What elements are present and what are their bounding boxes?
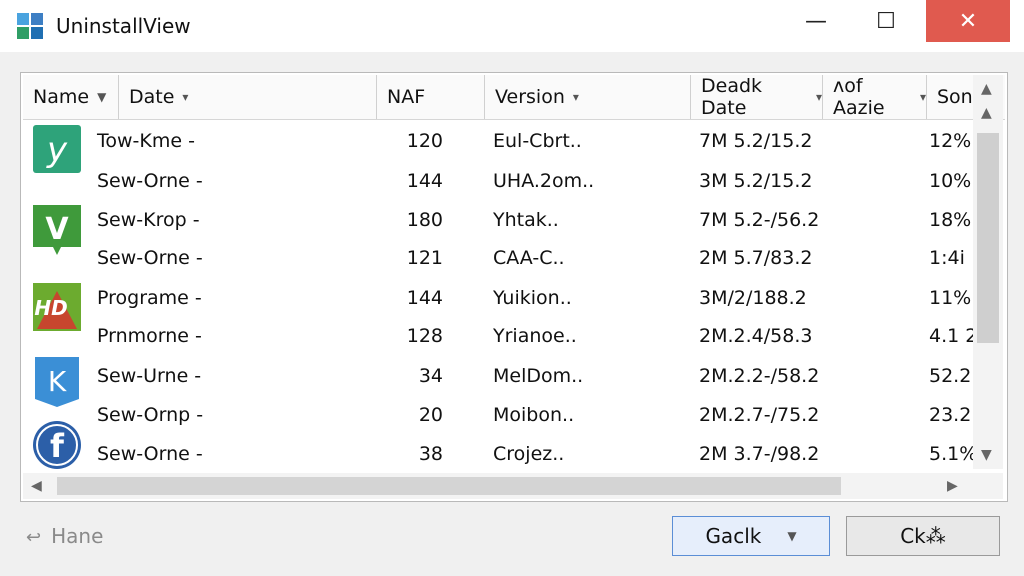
row-date: 7M 5.2/15.2 bbox=[699, 130, 813, 152]
sort-arrow-icon: ▾ bbox=[815, 90, 822, 104]
chevron-down-icon[interactable]: ▼ bbox=[787, 529, 796, 543]
column-deadk-date-label: Deadk Date bbox=[701, 75, 763, 119]
table-row[interactable]: Sew-Orne - 38 Crojez.. 2M 3.7-/98.2 5.1% bbox=[23, 434, 973, 473]
row-size: 18% bbox=[929, 209, 972, 231]
row-date: 3M 5.2/15.2 bbox=[699, 170, 813, 192]
row-naf: 128 bbox=[406, 325, 443, 347]
row-name: Sew-Orne - bbox=[97, 247, 203, 269]
column-deadk-date[interactable]: Deadk Date ▾ bbox=[691, 75, 823, 119]
horizontal-scroll-thumb[interactable] bbox=[57, 477, 841, 495]
column-date[interactable]: Date ▾ bbox=[119, 75, 377, 119]
vertical-scroll-thumb[interactable] bbox=[977, 133, 999, 343]
sort-arrow-icon: ▾ bbox=[182, 90, 189, 104]
scroll-right-icon[interactable]: ▶ bbox=[947, 478, 958, 494]
table-row[interactable]: Sew-Orne - 121 CAA-C.. 2M 5.7/83.2 1:4i bbox=[23, 238, 973, 278]
app-icon bbox=[17, 13, 43, 39]
row-version: Yhtak.. bbox=[493, 209, 559, 231]
row-name: Sew-Orne - bbox=[97, 170, 203, 192]
table-row[interactable]: Tow-Kme - 120 Eul-Cbrt.. 7M 5.2/15.2 12% bbox=[23, 121, 973, 161]
row-size: 11% bbox=[929, 287, 972, 309]
row-version: Yrianoe.. bbox=[493, 325, 577, 347]
column-size-name[interactable]: ᴧof Aazie ▾ bbox=[823, 75, 927, 119]
column-header: Name ▼ Date ▾ NAF Version ▾ Deadk Date ▾… bbox=[23, 75, 1005, 120]
row-version: Yuikion.. bbox=[493, 287, 572, 309]
row-name: Sew-Orne - bbox=[97, 443, 203, 465]
row-name: Programe - bbox=[97, 287, 202, 309]
sort-arrow-icon: ▾ bbox=[572, 90, 579, 104]
row-version: Eul-Cbrt.. bbox=[493, 130, 582, 152]
column-name-label: Name bbox=[33, 86, 90, 108]
row-name: Prnmorne - bbox=[97, 325, 202, 347]
minimize-button[interactable]: — bbox=[786, 0, 846, 42]
row-size: 12% bbox=[929, 130, 972, 152]
row-version: CAA-C.. bbox=[493, 247, 565, 269]
column-name[interactable]: Name ▼ bbox=[23, 75, 119, 119]
row-name: Sew-Krop - bbox=[97, 209, 200, 231]
row-naf: 180 bbox=[406, 209, 443, 231]
column-naf[interactable]: NAF bbox=[377, 75, 485, 119]
window-title: UninstallView bbox=[56, 14, 191, 38]
row-name: Sew-Ornp - bbox=[97, 404, 204, 426]
row-version: Crojez.. bbox=[493, 443, 565, 465]
table-row[interactable]: Sew-Ornp - 20 Moibon.. 2M.2.7-/75.2 23.2 bbox=[23, 395, 973, 435]
row-name: Sew-Urne - bbox=[97, 365, 202, 387]
row-date: 2M.2.2-/58.2 bbox=[699, 365, 820, 387]
help-link[interactable]: ↩ Hane bbox=[26, 524, 103, 548]
column-size-name-label: ᴧof Aazie bbox=[833, 75, 885, 119]
help-label: Hane bbox=[51, 524, 104, 548]
table-row[interactable]: Sew-Krop - 180 Yhtak.. 7M 5.2-/56.2 18% bbox=[23, 200, 973, 240]
row-size: 1:4i bbox=[929, 247, 965, 269]
row-naf: 34 bbox=[418, 365, 443, 387]
sort-arrow-icon: ▼ bbox=[97, 90, 107, 104]
table-row[interactable]: Sew-Orne - 144 UHA.2om.. 3M 5.2/15.2 10% bbox=[23, 161, 973, 201]
row-size: 23.2 bbox=[929, 404, 972, 426]
row-date: 3M/2/188.2 bbox=[699, 287, 807, 309]
row-size: 10% bbox=[929, 170, 972, 192]
row-naf: 38 bbox=[418, 443, 443, 465]
back-button-label: Gaclk bbox=[705, 524, 762, 548]
close-button[interactable]: ✕ bbox=[926, 0, 1010, 42]
row-date: 2M 3.7-/98.2 bbox=[699, 443, 820, 465]
row-name: Tow-Kme - bbox=[97, 130, 195, 152]
row-naf: 144 bbox=[406, 287, 443, 309]
program-rows: y V HD K f Tow-Kme - 120 Eul-Cbrt.. 7M 5… bbox=[23, 121, 973, 473]
column-date-label: Date bbox=[129, 86, 175, 108]
scroll-left-icon[interactable]: ◀ bbox=[31, 478, 42, 494]
row-version: Moibon.. bbox=[493, 404, 575, 426]
title-bar: UninstallView — ☐ ✕ bbox=[0, 0, 1024, 52]
row-naf: 120 bbox=[406, 130, 443, 152]
program-list-panel: Name ▼ Date ▾ NAF Version ▾ Deadk Date ▾… bbox=[20, 72, 1008, 502]
back-arrow-icon: ↩ bbox=[26, 527, 42, 548]
row-date: 2M.2.7-/75.2 bbox=[699, 404, 820, 426]
column-version-label: Version bbox=[495, 86, 565, 108]
ok-button[interactable]: Ck⁂ bbox=[846, 516, 1000, 556]
scroll-up-icon[interactable]: ▲ bbox=[981, 81, 992, 97]
table-row[interactable]: Programe - 144 Yuikion.. 3M/2/188.2 11% bbox=[23, 278, 973, 318]
row-naf: 144 bbox=[406, 170, 443, 192]
column-version[interactable]: Version ▾ bbox=[485, 75, 691, 119]
vertical-scrollbar[interactable]: ▲ ▲ ▼ bbox=[973, 75, 1003, 469]
row-date: 7M 5.2-/56.2 bbox=[699, 209, 820, 231]
column-son-label: Son bbox=[937, 86, 973, 108]
row-size: 5.1% bbox=[929, 443, 973, 465]
row-version: UHA.2om.. bbox=[493, 170, 595, 192]
column-son[interactable]: Son bbox=[927, 75, 975, 119]
row-naf: 121 bbox=[406, 247, 443, 269]
scroll-up-icon[interactable]: ▲ bbox=[981, 105, 992, 121]
row-date: 2M.2.4/58.3 bbox=[699, 325, 813, 347]
sort-arrow-icon: ▾ bbox=[919, 90, 926, 104]
table-row[interactable]: Sew-Urne - 34 MelDom.. 2M.2.2-/58.2 52.2 bbox=[23, 356, 973, 396]
horizontal-scrollbar[interactable]: ◀ ▶ bbox=[23, 473, 1003, 499]
column-naf-label: NAF bbox=[387, 86, 426, 108]
row-date: 2M 5.7/83.2 bbox=[699, 247, 813, 269]
back-button[interactable]: Gaclk ▼ bbox=[672, 516, 830, 556]
scroll-down-icon[interactable]: ▼ bbox=[981, 447, 992, 463]
row-naf: 20 bbox=[418, 404, 443, 426]
table-row[interactable]: Prnmorne - 128 Yrianoe.. 2M.2.4/58.3 4.1… bbox=[23, 316, 973, 356]
row-size: 52.2 bbox=[929, 365, 972, 387]
maximize-button[interactable]: ☐ bbox=[856, 0, 916, 42]
row-version: MelDom.. bbox=[493, 365, 584, 387]
row-size: 4.1 2 bbox=[929, 325, 973, 347]
